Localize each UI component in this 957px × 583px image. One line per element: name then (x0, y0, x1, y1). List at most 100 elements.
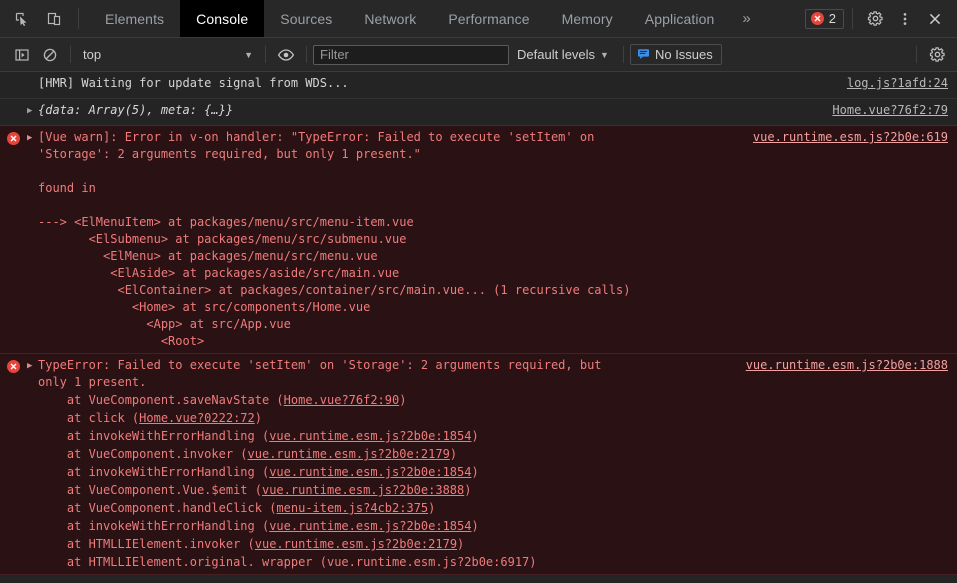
stack-frame-suffix: ) (464, 483, 472, 497)
stack-frame: at HTMLLIElement.invoker (vue.runtime.es… (38, 535, 949, 553)
console-toolbar-divider-1 (70, 46, 71, 63)
stack-frame-suffix: ) (471, 519, 479, 533)
message-text: [HMR] Waiting for update signal from WDS… (38, 76, 349, 90)
message-source-link[interactable]: Home.vue?76f2:79 (832, 103, 948, 117)
stack-frame: at invokeWithErrorHandling (vue.runtime.… (38, 463, 949, 481)
console-toolbar: top ▼ Default levels ▼ (0, 38, 957, 72)
tab-application-label: Application (644, 10, 715, 27)
stack-frame: at VueComponent.handleClick (menu-item.j… (38, 499, 949, 517)
tab-console[interactable]: Console (180, 0, 265, 37)
stack-frame-suffix: ) (449, 447, 458, 461)
expand-arrow[interactable]: ▶ (27, 357, 38, 373)
tab-performance-label: Performance (448, 10, 530, 27)
stack-frame-text: at invokeWithErrorHandling ( (38, 465, 270, 479)
tab-memory-label: Memory (561, 10, 613, 27)
message-text: {data: Array(5), meta: {…}} (38, 103, 234, 117)
console-toolbar-divider-2 (265, 46, 266, 63)
execution-context-selector[interactable]: top ▼ (77, 44, 259, 66)
stack-frame-link[interactable]: vue.runtime.esm.js?2b0e:1854 (269, 429, 471, 443)
tab-bar-right-icons: 2 (804, 0, 957, 37)
stack-frame-suffix: ) (471, 465, 479, 479)
stack-frame-text: at VueComponent.invoker ( (38, 447, 248, 461)
console-toolbar-divider-5 (916, 46, 917, 63)
error-circle-icon (7, 132, 20, 145)
stack-frame-text: at HTMLLIElement.invoker ( (38, 537, 255, 551)
console-sidebar-icon[interactable] (8, 41, 36, 69)
console-toolbar-divider-3 (306, 46, 307, 63)
message-source-link[interactable]: vue.runtime.esm.js?2b0e:1888 (746, 358, 948, 372)
stack-frame-link[interactable]: vue.runtime.esm.js?2b0e:2179 (255, 537, 457, 551)
stack-frame-link[interactable]: vue.runtime.esm.js?2b0e:3888 (262, 483, 464, 497)
console-message-object[interactable]: ▶ {data: Array(5), meta: {…}} Home.vue?7… (0, 99, 957, 126)
stack-frame-link[interactable]: vue.runtime.esm.js?2b0e:1854 (269, 519, 471, 533)
stack-frame-link[interactable]: vue.runtime.esm.js?2b0e:1854 (269, 465, 471, 479)
filter-input[interactable] (313, 44, 509, 65)
console-message-info[interactable]: [HMR] Waiting for update signal from WDS… (0, 72, 957, 99)
expand-arrow[interactable]: ▶ (27, 102, 38, 118)
stack-frame-link[interactable]: Home.vue?76f2:90 (284, 393, 400, 407)
kebab-menu-icon[interactable] (891, 5, 919, 33)
tab-elements-label: Elements (105, 10, 165, 27)
tab-application[interactable]: Application (629, 0, 731, 37)
close-icon[interactable] (921, 5, 949, 33)
tab-bar-right-divider (852, 8, 853, 29)
stack-frame: at click (Home.vue?0222:72) (38, 409, 949, 427)
tab-sources[interactable]: Sources (264, 0, 348, 37)
tab-memory[interactable]: Memory (546, 0, 629, 37)
message-body: TypeError: Failed to execute 'setItem' o… (38, 357, 957, 571)
console-message-list[interactable]: [HMR] Waiting for update signal from WDS… (0, 72, 957, 583)
console-message-error-typeerror[interactable]: ▶ TypeError: Failed to execute 'setItem'… (0, 354, 957, 575)
stack-frame-text: at invokeWithErrorHandling ( (38, 429, 270, 443)
device-toolbar-icon[interactable] (40, 5, 68, 33)
chevron-down-icon: ▼ (600, 49, 609, 60)
execution-context-value: top (83, 47, 102, 62)
stack-frame: at VueComponent.saveNavState (Home.vue?7… (38, 391, 949, 409)
message-gutter (0, 129, 27, 145)
stack-frame-link[interactable]: vue.runtime.esm.js?2b0e:2179 (248, 447, 450, 461)
log-levels-selector[interactable]: Default levels ▼ (509, 47, 617, 62)
stack-frame-suffix: ) (471, 429, 479, 443)
message-source-link[interactable]: log.js?1afd:24 (847, 76, 948, 90)
tab-elements[interactable]: Elements (89, 0, 180, 37)
devtools-tab-bar: Elements Console Sources Network Perform… (0, 0, 957, 38)
error-circle-icon (7, 360, 20, 373)
clear-console-icon[interactable] (36, 41, 64, 69)
message-gutter (0, 75, 27, 77)
stack-frame-suffix: ) (428, 501, 436, 515)
stack-frame-text: at VueComponent.saveNavState ( (38, 393, 284, 407)
stack-frame: at invokeWithErrorHandling (vue.runtime.… (38, 427, 949, 445)
live-expression-eye-icon[interactable] (272, 41, 300, 69)
stack-frame: at invokeWithErrorHandling (vue.runtime.… (38, 517, 949, 535)
expand-arrow (27, 75, 38, 77)
stack-trace: at VueComponent.saveNavState (Home.vue?7… (38, 391, 949, 571)
tab-bar-left-icons (0, 0, 85, 37)
console-toolbar-divider-4 (622, 46, 624, 63)
inspect-cursor-icon[interactable] (8, 5, 36, 33)
console-settings-gear-icon[interactable] (923, 41, 951, 69)
message-gutter (0, 102, 27, 104)
stack-frame-suffix: ) (457, 537, 465, 551)
log-levels-label: Default levels (517, 47, 596, 62)
expand-arrow[interactable]: ▶ (27, 129, 38, 145)
more-tabs-button[interactable]: » (730, 0, 762, 37)
message-source-link[interactable]: vue.runtime.esm.js?2b0e:619 (753, 130, 948, 144)
tab-bar-divider (78, 8, 79, 29)
stack-frame-link[interactable]: menu-item.js?4cb2:375 (276, 501, 428, 515)
stack-frame: at HTMLLIElement.original. wrapper (vue.… (38, 553, 949, 571)
gear-icon[interactable] (861, 5, 889, 33)
console-message-error-vue-warn[interactable]: ▶ [Vue warn]: Error in v-on handler: "Ty… (0, 126, 957, 354)
message-text: [Vue warn]: Error in v-on handler: "Type… (38, 130, 631, 348)
error-circle-icon (810, 12, 824, 25)
stack-frame-text: at VueComponent.handleClick ( (38, 501, 277, 515)
more-tabs-label: » (742, 10, 751, 27)
stack-frame-text: at HTMLLIElement.original. wrapper (vue.… (38, 555, 537, 569)
error-count-label: 2 (828, 11, 836, 26)
issues-button[interactable]: No Issues (629, 44, 722, 65)
message-body: [HMR] Waiting for update signal from WDS… (38, 75, 957, 92)
stack-frame-link[interactable]: Home.vue?0222:72 (139, 411, 255, 425)
stack-frame-suffix: ) (399, 393, 407, 407)
message-body: {data: Array(5), meta: {…}} (38, 102, 957, 119)
tab-performance[interactable]: Performance (432, 0, 545, 37)
error-count-badge[interactable]: 2 (804, 8, 844, 29)
tab-network[interactable]: Network (348, 0, 432, 37)
